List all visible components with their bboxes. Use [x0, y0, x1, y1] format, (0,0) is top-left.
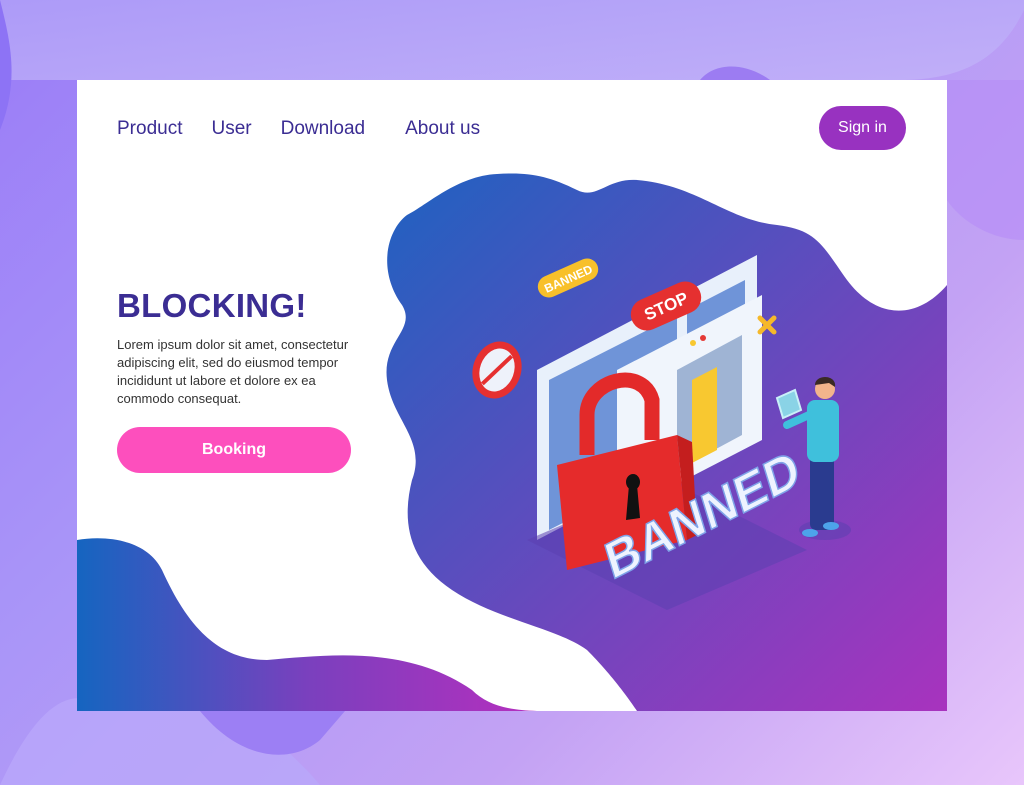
nav-user[interactable]: User: [211, 118, 251, 140]
nav-product[interactable]: Product: [117, 118, 182, 140]
booking-button[interactable]: Booking: [117, 427, 351, 473]
sign-in-button[interactable]: Sign in: [819, 106, 906, 150]
main-nav: Product User Download About us: [117, 118, 509, 140]
nav-about-us[interactable]: About us: [405, 118, 480, 140]
nav-download[interactable]: Download: [281, 118, 366, 140]
hero-description: Lorem ipsum dolor sit amet, consectetur …: [117, 337, 349, 406]
landing-card: BANNED STOP BANNED Product User Download…: [77, 80, 947, 711]
page-title: BLOCKING!: [117, 287, 307, 324]
